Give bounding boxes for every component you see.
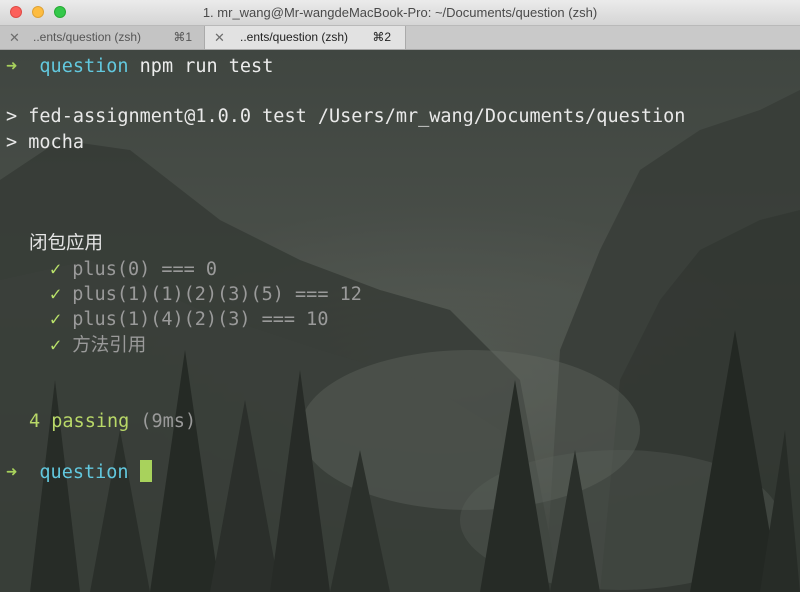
tab-bar: ✕ ..ents/question (zsh) ⌘1 ✕ ..ents/ques… (0, 26, 800, 50)
check-icon: ✓ (50, 309, 62, 330)
npm-script-command-line: > mocha (6, 132, 84, 153)
test-name: plus(1)(1)(2)(3)(5) === 12 (72, 284, 362, 305)
prompt-line-1: ➜ question npm run test (6, 55, 273, 79)
tab-2[interactable]: ✕ ..ents/question (zsh) ⌘2 (205, 26, 406, 49)
check-icon: ✓ (50, 284, 62, 305)
window-title: 1. mr_wang@Mr-wangdeMacBook-Pro: ~/Docum… (202, 5, 598, 20)
terminal-cursor[interactable] (139, 460, 152, 482)
close-tab-1-icon[interactable]: ✕ (9, 26, 20, 49)
check-icon: ✓ (50, 335, 62, 356)
npm-script-line: > fed-assignment@1.0.0 test /Users/mr_wa… (6, 106, 686, 127)
tab-bar-empty-area (406, 26, 800, 49)
entered-command: npm run test (139, 56, 274, 77)
test-result-row: ✓ plus(0) === 0 (50, 258, 217, 282)
prompt-directory: question (39, 462, 129, 483)
test-name: 方法引用 (72, 335, 147, 356)
tab-1-label: ..ents/question (zsh) (33, 30, 142, 44)
test-name: plus(0) === 0 (72, 259, 218, 280)
tab-2-label: ..ents/question (zsh) (240, 30, 349, 44)
tab-1[interactable]: ✕ ..ents/question (zsh) ⌘1 (0, 26, 205, 49)
title-bar: 1. mr_wang@Mr-wangdeMacBook-Pro: ~/Docum… (0, 0, 800, 26)
tab-1-shortcut: ⌘1 (173, 30, 192, 44)
check-icon: ✓ (50, 259, 62, 280)
passing-count: 4 passing (29, 411, 130, 432)
test-result-row: ✓ 方法引用 (50, 334, 146, 358)
terminal-output[interactable]: ➜ question npm run test > fed-assignment… (0, 50, 800, 592)
test-name: plus(1)(4)(2)(3) === 10 (72, 309, 329, 330)
close-tab-2-icon[interactable]: ✕ (214, 26, 225, 49)
terminal-window: 1. mr_wang@Mr-wangdeMacBook-Pro: ~/Docum… (0, 0, 800, 592)
passing-duration: (9ms) (140, 411, 197, 432)
test-result-row: ✓ plus(1)(4)(2)(3) === 10 (50, 308, 328, 332)
test-suite-title: 闭包应用 (29, 233, 104, 254)
tab-2-shortcut: ⌘2 (372, 30, 391, 44)
passing-summary: 4 passing (9ms) (29, 410, 196, 434)
prompt-arrow-icon: ➜ (6, 56, 18, 77)
prompt-directory: question (39, 56, 129, 77)
prompt-arrow-icon: ➜ (6, 462, 18, 483)
test-result-row: ✓ plus(1)(1)(2)(3)(5) === 12 (50, 283, 362, 307)
prompt-line-2: ➜ question (6, 460, 152, 485)
